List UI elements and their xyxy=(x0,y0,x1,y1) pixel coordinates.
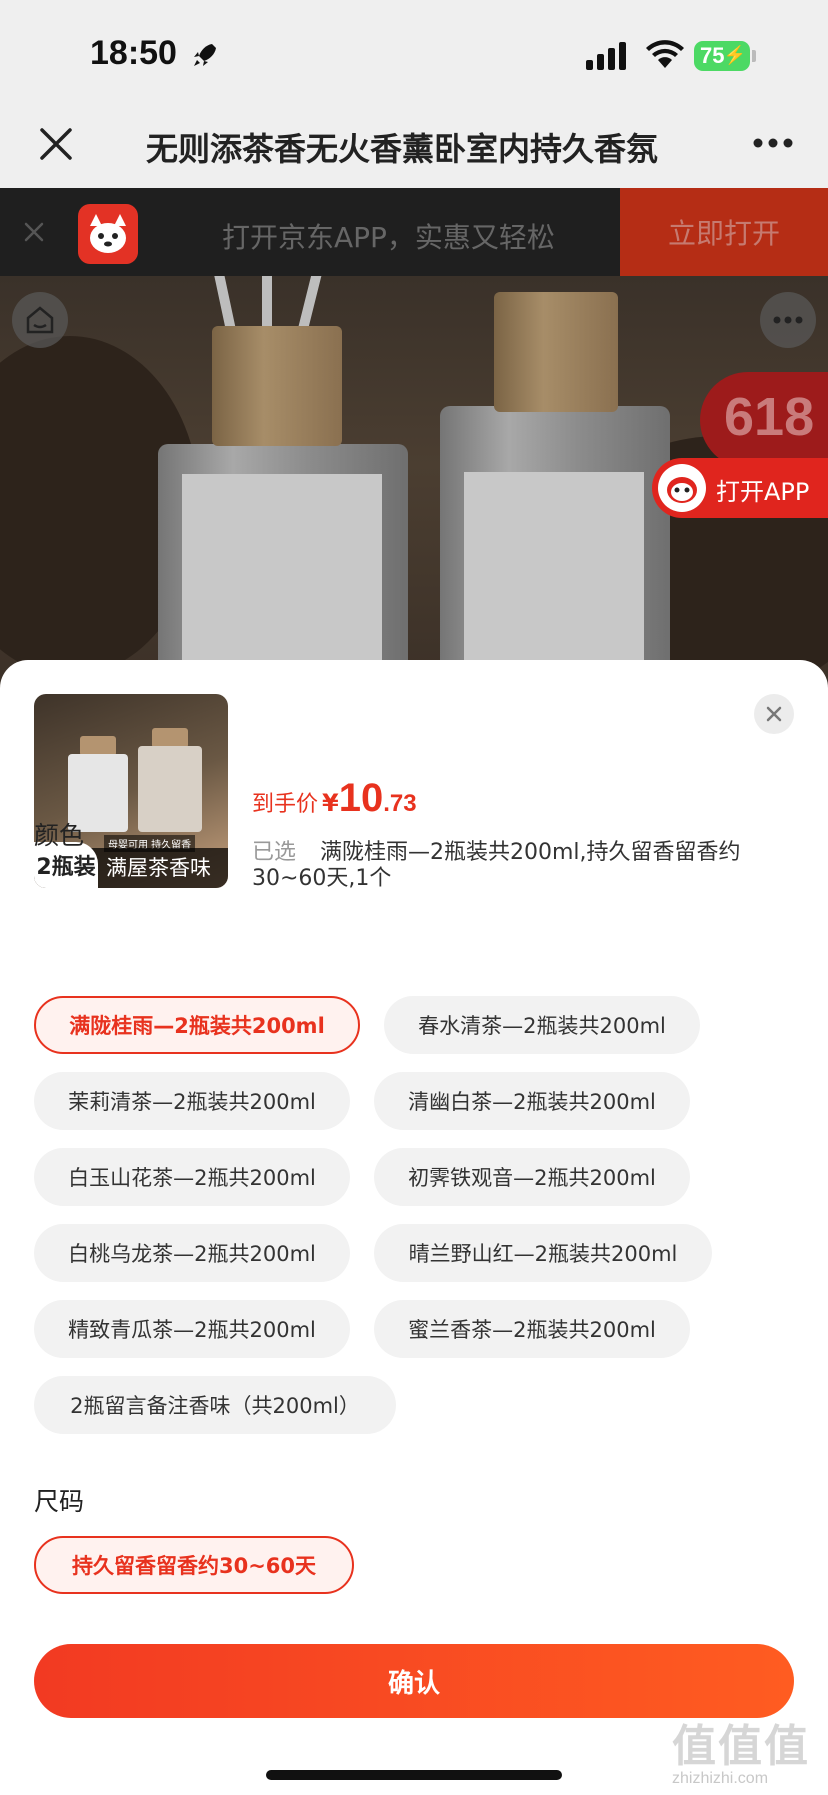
color-option[interactable]: 初霁铁观音—2瓶共200ml xyxy=(374,1148,690,1206)
price-decimal: .73 xyxy=(383,790,417,817)
price: 到手价 ¥10.73 xyxy=(252,776,417,821)
banner-close-icon[interactable] xyxy=(20,218,48,246)
home-button[interactable] xyxy=(12,292,68,348)
bottle-label xyxy=(464,472,644,692)
rocket-icon xyxy=(194,44,216,66)
color-option[interactable]: 白玉山花茶—2瓶共200ml xyxy=(34,1148,350,1206)
bottle-cap xyxy=(212,326,342,446)
color-option[interactable]: 蜜兰香茶—2瓶装共200ml xyxy=(374,1300,690,1358)
thumb-bottle-cap xyxy=(152,728,188,748)
close-icon[interactable] xyxy=(36,124,76,164)
page-title: 无则添茶香无火香薰卧室内持久香氛 xyxy=(146,130,659,168)
color-option[interactable]: 满陇桂雨—2瓶装共200ml xyxy=(34,996,360,1054)
bottle-cap xyxy=(494,292,618,412)
product-thumbnail[interactable]: 母婴可用 持久留香 2瓶装 满屋茶香味 xyxy=(34,694,228,888)
battery-cap xyxy=(752,50,756,62)
banner-text: 打开京东APP，实惠又轻松 xyxy=(222,221,555,254)
selected-value: 满陇桂雨—2瓶装共200ml,持久留香留香约30~60天,1个 xyxy=(252,840,741,891)
status-bar: 18:50 75 ⚡ xyxy=(0,0,828,108)
color-option[interactable]: 茉莉清茶—2瓶装共200ml xyxy=(34,1072,350,1130)
thumb-bottle-cap xyxy=(80,736,116,756)
jd-mascot-icon xyxy=(658,464,706,512)
color-section-title: 颜色 xyxy=(34,821,85,850)
size-section-title: 尺码 xyxy=(34,1487,85,1516)
close-icon xyxy=(766,706,782,722)
thumb-bottle xyxy=(138,746,202,832)
currency-symbol: ¥ xyxy=(322,789,339,817)
status-time: 18:50 xyxy=(90,34,177,72)
price-integer: 10 xyxy=(338,776,384,820)
color-option[interactable]: 白桃乌龙茶—2瓶共200ml xyxy=(34,1224,350,1282)
watermark-mark: 值值值 xyxy=(672,1722,810,1771)
color-option[interactable]: 春水清茶—2瓶装共200ml xyxy=(384,996,700,1054)
color-option[interactable]: 清幽白茶—2瓶装共200ml xyxy=(374,1072,690,1130)
open-now-button[interactable]: 立即打开 xyxy=(620,188,828,276)
hero-more-button[interactable] xyxy=(760,292,816,348)
open-app-banner: 打开京东APP，实惠又轻松 立即打开 xyxy=(0,188,828,276)
home-indicator xyxy=(266,1770,562,1780)
price-label: 到手价 xyxy=(252,792,319,817)
sku-selector-sheet: 母婴可用 持久留香 2瓶装 满屋茶香味 到手价 ¥10.73 已选 满陇桂雨—2瓶装… xyxy=(0,660,828,1795)
nav-bar: 无则添茶香无火香薰卧室内持久香氛 xyxy=(0,108,828,188)
color-option[interactable]: 晴兰野山红—2瓶装共200ml xyxy=(374,1224,712,1282)
battery-level: 75 xyxy=(700,43,725,68)
thumb-caption: 满屋茶香味 xyxy=(106,856,211,880)
watermark: 值值值 zhizhizhi.com xyxy=(672,1710,828,1795)
sheet-close-button[interactable] xyxy=(754,694,794,734)
selected-label: 已选 xyxy=(252,840,297,865)
wifi-icon xyxy=(646,40,684,68)
confirm-button[interactable]: 确认 xyxy=(34,1644,794,1718)
more-icon[interactable] xyxy=(752,136,794,150)
charging-icon: ⚡ xyxy=(723,45,746,65)
promo-badge[interactable]: 618 xyxy=(700,372,828,468)
open-app-button[interactable]: 打开APP xyxy=(652,458,828,518)
product-image[interactable]: 618 打开APP xyxy=(0,276,828,696)
battery-indicator: 75 ⚡ xyxy=(694,41,750,71)
color-option[interactable]: 2瓶留言备注香味（共200ml） xyxy=(34,1376,396,1434)
selected-summary: 已选 满陇桂雨—2瓶装共200ml,持久留香留香约30~60天,1个 xyxy=(252,840,792,892)
page: 18:50 75 ⚡ 无则添茶香无火香薰卧室内持久香氛 打开京东APP，实惠又轻… xyxy=(0,0,828,1795)
signal-icon xyxy=(586,42,626,70)
color-option[interactable]: 精致青瓜茶—2瓶共200ml xyxy=(34,1300,350,1358)
jd-logo-icon xyxy=(78,204,138,264)
open-app-label: 打开APP xyxy=(716,478,810,506)
size-option[interactable]: 持久留香留香约30~60天 xyxy=(34,1536,354,1594)
